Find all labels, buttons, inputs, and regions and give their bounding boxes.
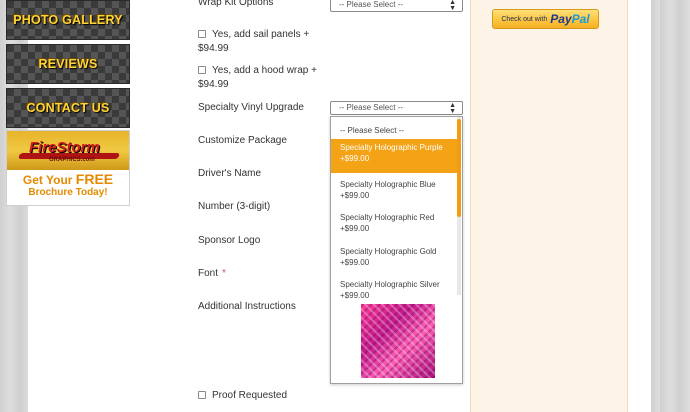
vinyl-option-name: Specialty Holographic Gold (340, 247, 437, 256)
vinyl-option[interactable]: Specialty Holographic Blue +$99.00 (331, 176, 457, 201)
vinyl-option-name: -- Please Select -- (340, 126, 405, 135)
vinyl-option[interactable]: Specialty Holographic Silver +$99.00 (331, 276, 457, 301)
font-label: Font * (198, 268, 226, 279)
vinyl-option[interactable]: -- Please Select -- (331, 122, 457, 136)
vinyl-option-price: +$99.00 (340, 224, 370, 233)
font-label-text: Font (198, 268, 219, 279)
paypal-checkout-button[interactable]: Check out with PayPal (492, 9, 599, 29)
proof-requested-checkbox[interactable] (198, 391, 206, 399)
vinyl-option-price: +$99.00 (340, 154, 370, 163)
sail-panels-option[interactable]: Yes, add sail panels + $94.99 (198, 28, 309, 56)
right-column: Check out with PayPal (470, 0, 628, 412)
number-label: Number (3-digit) (198, 201, 271, 212)
drivers-name-label: Driver's Name (198, 168, 262, 179)
specialty-vinyl-select[interactable]: -- Please Select -- ▲ ▼ (330, 101, 463, 115)
vinyl-option-name: Specialty Holographic Red (340, 213, 435, 222)
select-arrows-icon: ▲ ▼ (449, 102, 456, 115)
sail-panels-price: $94.99 (198, 43, 229, 54)
vinyl-option-name: Specialty Holographic Blue (340, 180, 436, 189)
additional-instructions-label: Additional Instructions (198, 301, 296, 312)
vinyl-option-name: Specialty Holographic Silver (340, 280, 440, 289)
sponsor-logo-label: Sponsor Logo (198, 235, 261, 246)
contact-us-button[interactable]: CONTACT US (6, 88, 130, 128)
paypal-logo: PayPal (550, 12, 589, 26)
dropdown-scrollbar-thumb[interactable] (457, 119, 461, 217)
logo-subtext: GRAPHICS.com (49, 157, 95, 163)
paypal-logo-pay: Pay (550, 12, 572, 26)
select-arrows-icon: ▲ ▼ (449, 0, 456, 12)
wrap-kit-select-value: -- Please Select -- (339, 0, 404, 9)
holographic-preview-image (361, 304, 435, 378)
wrap-kit-select[interactable]: -- Please Select -- ▲ ▼ (330, 0, 463, 12)
specialty-vinyl-label: Specialty Vinyl Upgrade (198, 102, 304, 113)
vinyl-option[interactable]: Specialty Holographic Gold +$99.00 (331, 243, 457, 268)
brochure-logo: FireStorm GRAPHICS.com (7, 131, 129, 170)
free-brochure-banner[interactable]: FireStorm GRAPHICS.com Get Your FREE Bro… (6, 130, 130, 206)
specialty-vinyl-dropdown[interactable]: -- Please Select -- Specialty Holographi… (330, 116, 463, 384)
brochure-line2: Brochure Today! (28, 187, 108, 198)
hood-wrap-price: $94.99 (198, 79, 229, 90)
photo-gallery-button[interactable]: PHOTO GALLERY (6, 0, 130, 40)
specialty-vinyl-select-value: -- Please Select -- (339, 103, 404, 112)
vinyl-option[interactable]: Specialty Holographic Red +$99.00 (331, 209, 457, 234)
proof-requested-option[interactable]: Proof Requested (198, 389, 287, 403)
proof-requested-label: Proof Requested (212, 390, 288, 401)
paypal-logo-pal: Pal (571, 12, 590, 26)
vinyl-option-selected[interactable]: Specialty Holographic Purple +$99.00 (331, 139, 457, 173)
vinyl-option-price: +$99.00 (340, 191, 370, 200)
paypal-prefix: Check out with (501, 15, 548, 23)
required-asterisk: * (222, 268, 226, 279)
sail-panels-checkbox[interactable] (198, 30, 206, 38)
reviews-button[interactable]: REVIEWS (6, 44, 130, 84)
hood-wrap-option[interactable]: Yes, add a hood wrap + $94.99 (198, 64, 317, 92)
customize-package-label: Customize Package (198, 135, 287, 146)
sail-panels-label: Yes, add sail panels + (212, 29, 310, 40)
firestorm-logo: FireStorm (29, 139, 100, 156)
vinyl-option-name: Specialty Holographic Purple (340, 143, 443, 152)
brochure-line1: Get Your FREE (7, 171, 129, 187)
vinyl-option-price: +$99.00 (340, 258, 370, 267)
brochure-free: FREE (75, 171, 114, 187)
brochure-get-your: Get Your (22, 173, 76, 187)
hood-wrap-checkbox[interactable] (198, 66, 206, 74)
vinyl-option-price: +$99.00 (340, 291, 370, 300)
hood-wrap-label: Yes, add a hood wrap + (212, 65, 317, 76)
wrap-kit-label: Wrap Kit Options (198, 0, 274, 8)
